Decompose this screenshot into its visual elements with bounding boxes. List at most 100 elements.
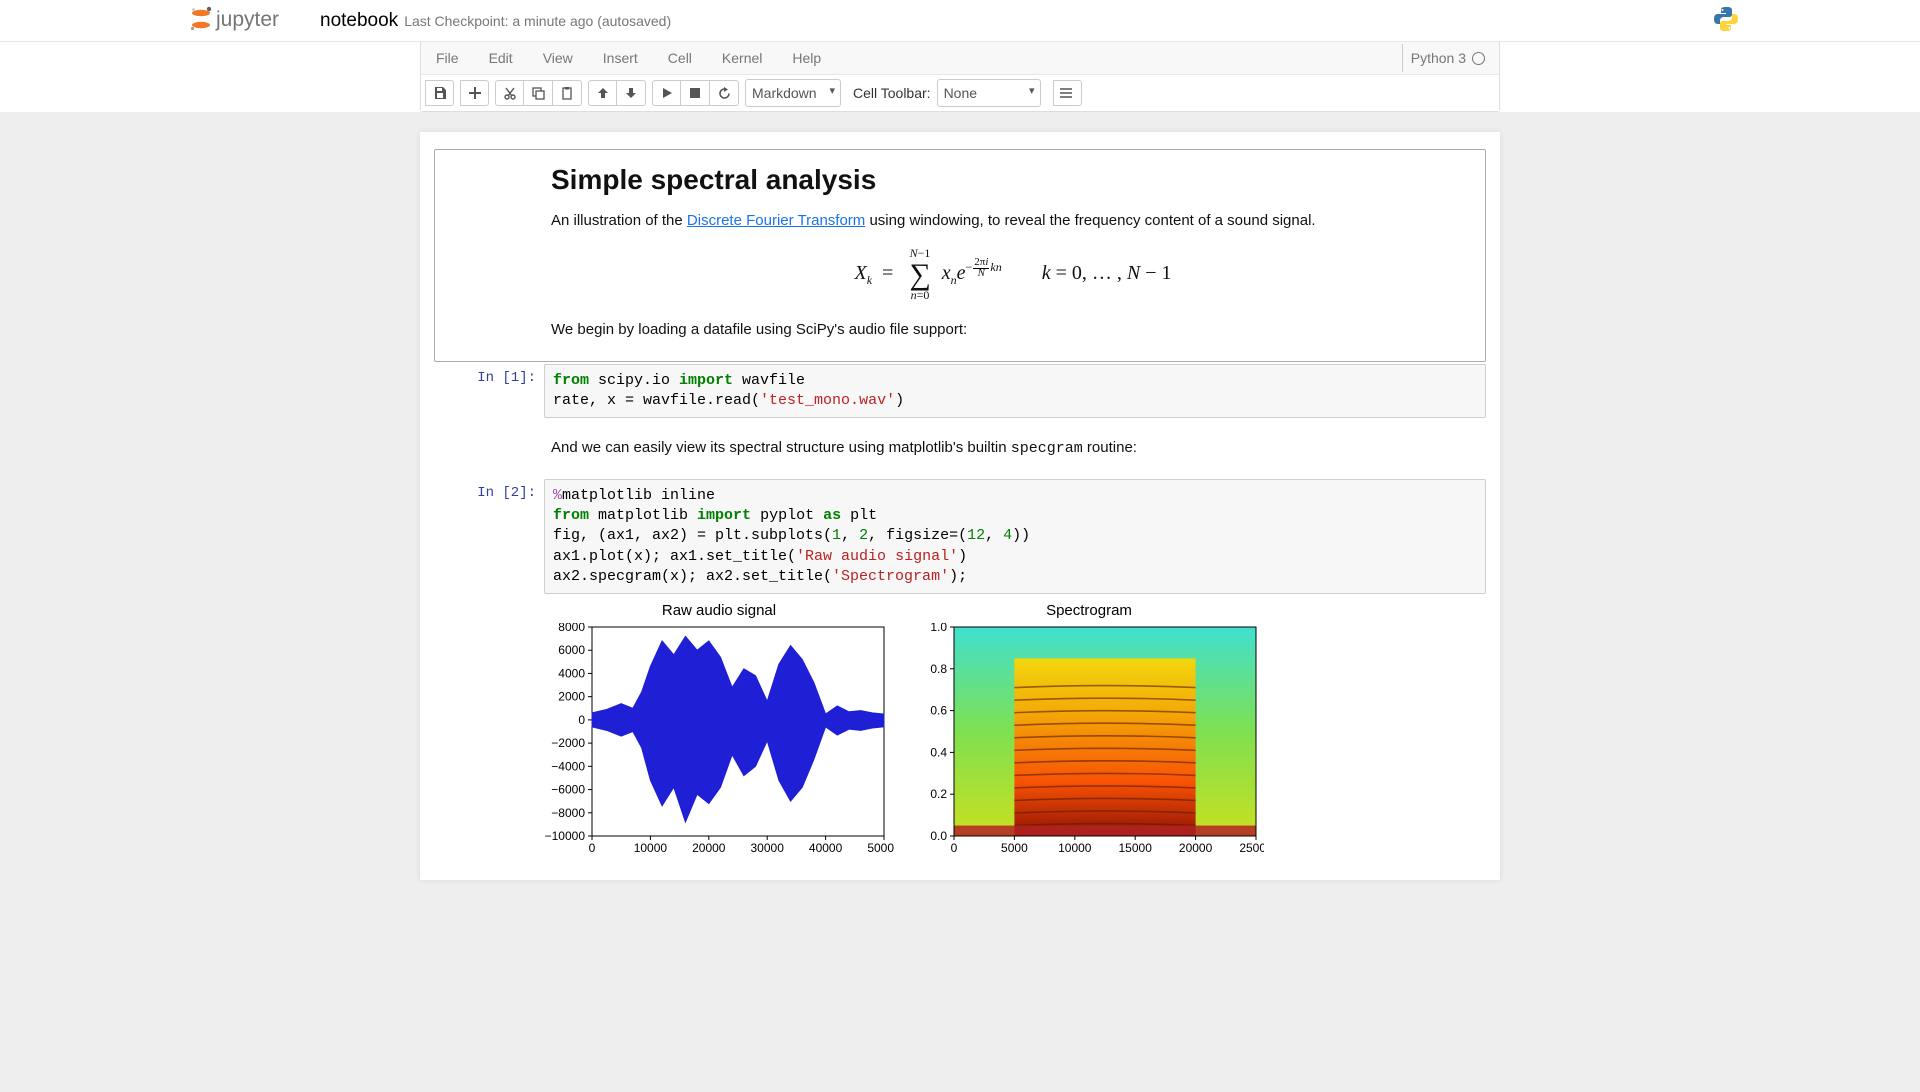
menu-list: File Edit View Insert Cell Kernel Help xyxy=(421,42,836,74)
play-icon xyxy=(662,87,672,99)
save-icon xyxy=(433,86,447,100)
menu-help[interactable]: Help xyxy=(777,42,836,74)
cell-type-select[interactable]: Markdown xyxy=(745,79,841,107)
svg-text:50000: 50000 xyxy=(867,841,894,855)
code-input[interactable]: %matplotlib inline from matplotlib impor… xyxy=(544,479,1486,594)
move-up-button[interactable] xyxy=(588,80,617,106)
jupyter-logo[interactable]: jupyter xyxy=(190,5,308,36)
cell-output: Raw audio signal −10000 −8000 −6000 −4000 −2… xyxy=(544,594,1486,858)
save-button[interactable] xyxy=(425,80,454,106)
cell-type-select-wrap: Markdown xyxy=(745,79,841,107)
svg-text:−8000: −8000 xyxy=(551,806,585,820)
cell-prompt-empty xyxy=(435,421,545,476)
notebook: Simple spectral analysis An illustration… xyxy=(420,132,1500,880)
refresh-icon xyxy=(718,87,731,100)
inline-code: specgram xyxy=(1011,440,1083,457)
markdown-cell-1[interactable]: Simple spectral analysis An illustration… xyxy=(434,149,1486,362)
svg-text:4000: 4000 xyxy=(558,666,585,680)
plot-spectrogram: Spectrogram 0.00.20.40.60.81.00500010000… xyxy=(914,602,1264,858)
menu-insert[interactable]: Insert xyxy=(588,42,653,74)
svg-text:5000: 5000 xyxy=(1001,841,1028,855)
notebook-header: jupyter notebook Last Checkpoint: a minu… xyxy=(0,0,1920,42)
plot-raw-audio: Raw audio signal −10000 −8000 −6000 −4000 −2… xyxy=(544,602,894,858)
copy-button[interactable] xyxy=(524,80,553,106)
checkpoint-status: Last Checkpoint: a minute ago (autosaved… xyxy=(404,13,671,29)
menu-view[interactable]: View xyxy=(528,42,588,74)
markdown-content: And we can easily view its spectral stru… xyxy=(545,421,1485,476)
svg-text:0.8: 0.8 xyxy=(930,662,947,676)
svg-text:1.0: 1.0 xyxy=(930,623,947,634)
svg-text:0.4: 0.4 xyxy=(930,745,947,759)
code-input[interactable]: from scipy.io import wavfile rate, x = w… xyxy=(544,364,1486,419)
cell-toolbar-label: Cell Toolbar: xyxy=(853,85,931,101)
svg-text:40000: 40000 xyxy=(809,841,843,855)
cell-toolbar-select-wrap: None xyxy=(937,79,1041,107)
kernel-idle-icon xyxy=(1472,52,1485,65)
page-title: Simple spectral analysis xyxy=(551,164,1475,196)
svg-text:20000: 20000 xyxy=(1179,841,1213,855)
svg-text:−6000: −6000 xyxy=(551,783,585,797)
menu-cell[interactable]: Cell xyxy=(653,42,707,74)
svg-text:15000: 15000 xyxy=(1119,841,1153,855)
plot-title: Spectrogram xyxy=(914,602,1264,619)
markdown-cell-2[interactable]: And we can easily view its spectral stru… xyxy=(434,420,1486,477)
copy-icon xyxy=(531,86,545,100)
code-cell-2[interactable]: In [2]: %matplotlib inline from matplotl… xyxy=(434,479,1486,858)
line-chart: −10000−8000−6000−4000−200002000400060008… xyxy=(544,623,894,858)
markdown-content: Simple spectral analysis An illustration… xyxy=(545,150,1485,361)
svg-text:20000: 20000 xyxy=(692,841,726,855)
interrupt-button[interactable] xyxy=(681,80,710,106)
svg-text:−4000: −4000 xyxy=(551,759,585,773)
command-palette-button[interactable] xyxy=(1053,80,1082,106)
svg-text:30000: 30000 xyxy=(751,841,785,855)
kernel-name[interactable]: Python 3 xyxy=(1411,50,1466,66)
menu-edit[interactable]: Edit xyxy=(474,42,528,74)
svg-text:10000: 10000 xyxy=(1058,841,1092,855)
svg-text:0: 0 xyxy=(951,841,958,855)
svg-text:0: 0 xyxy=(589,841,596,855)
svg-text:8000: 8000 xyxy=(558,623,585,634)
svg-text:6000: 6000 xyxy=(558,643,585,657)
scissors-icon xyxy=(503,86,517,100)
plus-icon xyxy=(469,87,481,99)
paste-button[interactable] xyxy=(553,80,582,106)
svg-text:0.0: 0.0 xyxy=(930,829,947,843)
menu-file[interactable]: File xyxy=(421,42,474,74)
toolbar: Markdown Cell Toolbar: None xyxy=(421,75,1499,111)
notebook-scroll-area[interactable]: Simple spectral analysis An illustration… xyxy=(0,112,1920,1092)
svg-text:−10000: −10000 xyxy=(545,829,586,843)
cut-button[interactable] xyxy=(495,80,524,106)
run-button[interactable] xyxy=(652,80,681,106)
md-paragraph: An illustration of the Discrete Fourier … xyxy=(551,210,1475,232)
python-logo-icon xyxy=(1712,5,1740,36)
kernel-indicator: Python 3 xyxy=(1402,44,1497,72)
svg-text:−2000: −2000 xyxy=(551,736,585,750)
input-prompt: In [1]: xyxy=(434,364,544,419)
heatmap-chart: 0.00.20.40.60.81.00500010000150002000025… xyxy=(914,623,1264,858)
menubar: File Edit View Insert Cell Kernel Help P… xyxy=(421,42,1499,75)
equation-dft: Xk = N−1∑n=0 xne−2πiNkn k = 0, … , N − 1 xyxy=(551,246,1475,303)
menu-kernel[interactable]: Kernel xyxy=(707,42,777,74)
arrow-down-icon xyxy=(625,87,637,99)
restart-button[interactable] xyxy=(710,80,739,106)
svg-text:25000: 25000 xyxy=(1239,841,1264,855)
add-cell-button[interactable] xyxy=(460,80,489,106)
paste-icon xyxy=(560,86,574,100)
code-cell-1[interactable]: In [1]: from scipy.io import wavfile rat… xyxy=(434,364,1486,419)
cell-prompt-empty xyxy=(435,150,545,361)
cell-toolbar-select[interactable]: None xyxy=(937,79,1041,107)
stop-icon xyxy=(690,88,700,98)
md-paragraph: And we can easily view its spectral stru… xyxy=(551,437,1475,460)
md-paragraph: We begin by loading a datafile using Sci… xyxy=(551,319,1475,341)
dft-link[interactable]: Discrete Fourier Transform xyxy=(687,212,865,229)
plot-title: Raw audio signal xyxy=(544,602,894,619)
command-palette-icon xyxy=(1060,87,1074,99)
svg-text:jupyter: jupyter xyxy=(215,8,279,31)
input-prompt: In [2]: xyxy=(434,479,544,858)
svg-text:0.2: 0.2 xyxy=(930,787,947,801)
arrow-up-icon xyxy=(597,87,609,99)
move-down-button[interactable] xyxy=(617,80,646,106)
notebook-name[interactable]: notebook xyxy=(320,10,398,32)
menubar-container: File Edit View Insert Cell Kernel Help P… xyxy=(420,42,1500,112)
svg-text:0: 0 xyxy=(578,713,585,727)
